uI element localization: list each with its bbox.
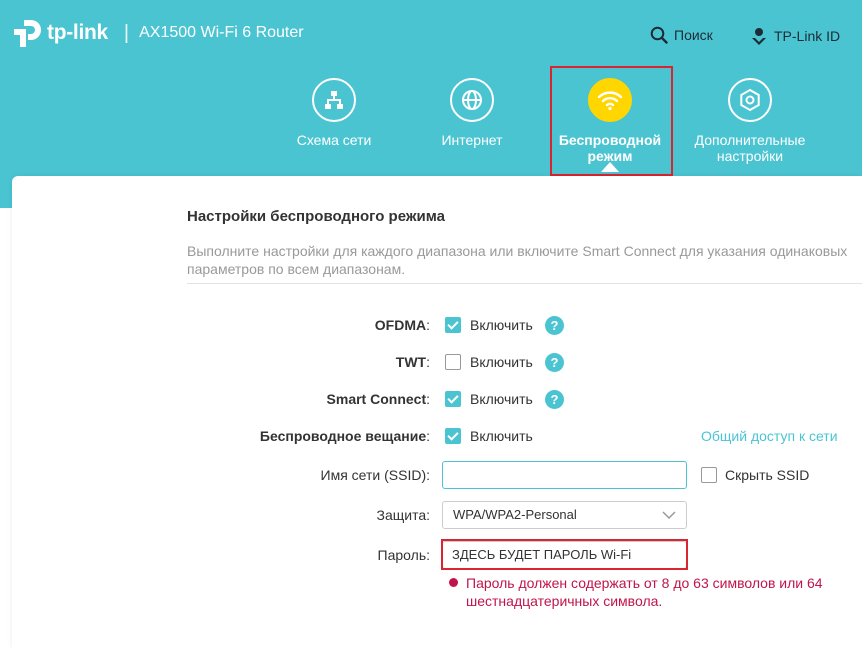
account-icon [752, 28, 766, 45]
logo-text: tp-link [47, 21, 108, 44]
nav-internet[interactable]: Интернет [407, 78, 537, 148]
smart-connect-help-icon[interactable]: ? [545, 390, 564, 409]
nav-network-map[interactable]: Схема сети [269, 78, 399, 148]
broadcast-checkbox[interactable] [445, 428, 461, 444]
smart-connect-checkbox[interactable] [445, 391, 461, 407]
nav-advanced[interactable]: Дополнительные настройки [685, 78, 815, 164]
globe-icon [450, 78, 494, 122]
nav-active-pointer [601, 162, 619, 172]
ssid-label: Имя сети (SSID): [320, 467, 431, 483]
smart-connect-option-label: Включить [470, 391, 533, 407]
network-sharing-link[interactable]: Общий доступ к сети [701, 428, 838, 444]
twt-label: TWT: [395, 354, 430, 370]
password-error-message: Пароль должен содержать от 8 до 63 симво… [466, 575, 823, 609]
ofdma-label: OFDMA: [374, 317, 430, 333]
error-dot-icon [449, 578, 458, 587]
tplink-id-label: TP-Link ID [774, 28, 841, 44]
ofdma-option-label: Включить [470, 317, 533, 333]
smart-connect-label: Smart Connect: [326, 391, 430, 407]
router-model: AX1500 Wi-Fi 6 Router [139, 24, 304, 41]
nav-internet-label: Интернет [441, 132, 503, 148]
search-link[interactable]: Поиск [650, 26, 713, 44]
nav-network-map-label: Схема сети [296, 132, 372, 148]
ssid-input[interactable] [442, 461, 687, 489]
nav-advanced-label: Дополнительные настройки [694, 132, 806, 164]
tp-link-logo-icon [14, 20, 41, 47]
section-description: Выполните настройки для каждого диапазон… [187, 243, 848, 277]
section-title: Настройки беспроводного режима [187, 208, 445, 225]
twt-option-label: Включить [470, 354, 533, 370]
search-icon [650, 26, 668, 44]
twt-help-icon[interactable]: ? [545, 353, 564, 372]
twt-checkbox[interactable] [445, 354, 461, 370]
gear-icon [728, 78, 772, 122]
chevron-down-icon [662, 511, 676, 520]
network-map-icon [312, 78, 356, 122]
search-label: Поиск [674, 27, 713, 43]
tplink-id-link[interactable]: TP-Link ID [750, 26, 840, 46]
broadcast-label: Беспроводное вещание: [259, 428, 430, 444]
broadcast-option-label: Включить [470, 428, 533, 444]
password-label: Пароль: [377, 547, 430, 563]
security-selected-value: WPA/WPA2-Personal [453, 507, 577, 522]
wireless-highlight-box [550, 66, 673, 176]
security-select[interactable]: WPA/WPA2-Personal [442, 501, 687, 529]
header-separator: | [123, 21, 130, 44]
password-highlight-box [441, 539, 688, 570]
brand: tp-link | AX1500 Wi-Fi 6 Router [11, 17, 304, 49]
ofdma-help-icon[interactable]: ? [545, 316, 564, 335]
hide-ssid-checkbox[interactable] [701, 467, 717, 483]
security-label: Защита: [376, 507, 430, 523]
ofdma-checkbox[interactable] [445, 317, 461, 333]
hide-ssid-label: Скрыть SSID [725, 467, 810, 483]
section-divider [187, 283, 862, 284]
